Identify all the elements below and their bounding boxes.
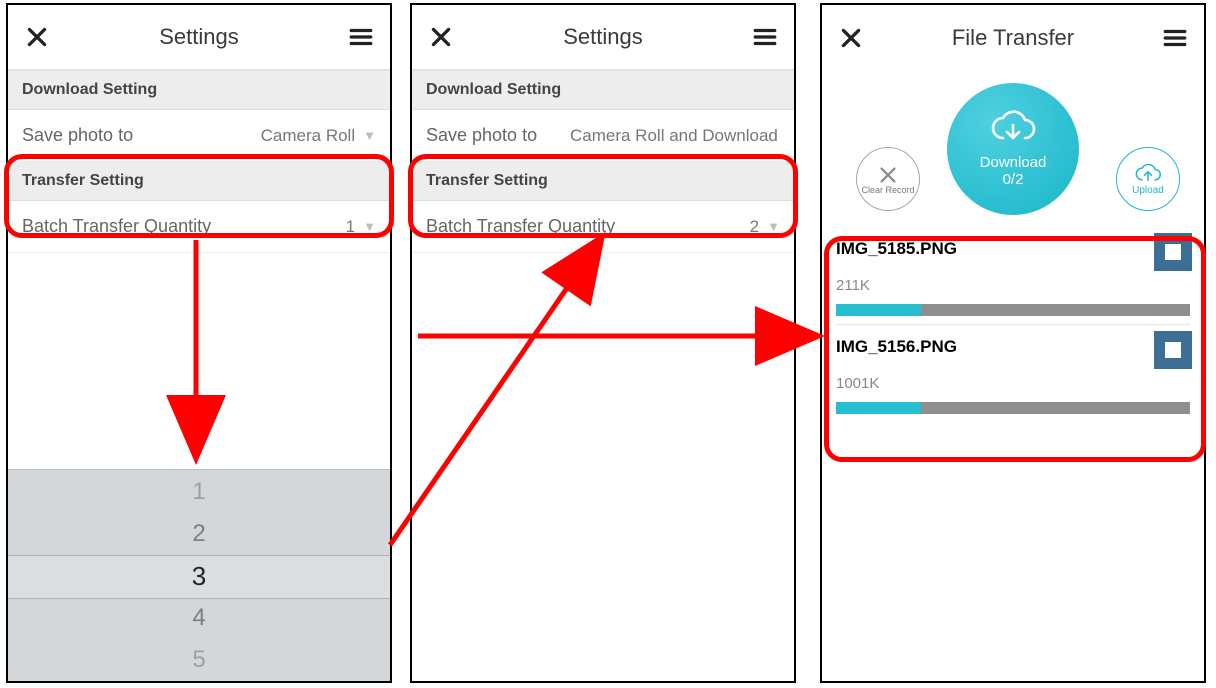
menu-icon[interactable] [1160,23,1190,53]
file-size: 1001K [836,375,1190,392]
progress-fill [836,402,921,414]
chevron-down-icon: ▼ [363,219,376,234]
menu-icon[interactable] [346,22,376,52]
transfer-section-header: Transfer Setting [412,162,794,201]
stop-icon [1165,244,1181,260]
batch-quantity-value: 1 [346,217,355,237]
chevron-down-icon: ▼ [767,219,780,234]
save-photo-value: Camera Roll and Download [570,126,778,146]
page-title: Settings [456,24,750,50]
batch-quantity-label: Batch Transfer Quantity [426,216,615,237]
settings-screen-2: Settings Download Setting Save photo to … [410,3,796,683]
progress-bar [836,304,1190,316]
save-photo-value: Camera Roll [261,126,355,146]
file-name: IMG_5185.PNG [836,239,1190,259]
file-transfer-screen: File Transfer Download 0/2 Clear Record [820,3,1206,683]
save-photo-row[interactable]: Save photo to Camera Roll ▼ [8,110,390,162]
header: File Transfer [822,5,1204,71]
transfer-item: IMG_5156.PNG 1001K [822,329,1204,418]
page-title: File Transfer [866,25,1160,51]
progress-bar [836,402,1190,414]
download-label: Download [980,154,1047,171]
transfer-item: IMG_5185.PNG 211K [822,231,1204,329]
upload-button[interactable]: Upload [1116,147,1180,211]
download-section-header: Download Setting [8,71,390,110]
stop-button[interactable] [1154,233,1192,271]
picker-option[interactable]: 5 [8,639,390,681]
upload-label: Upload [1132,185,1164,196]
save-photo-label: Save photo to [426,125,537,146]
clear-record-label: Clear Record [861,186,914,195]
close-icon[interactable] [426,22,456,52]
header: Settings [8,5,390,71]
batch-quantity-row[interactable]: Batch Transfer Quantity 2 ▼ [412,201,794,253]
settings-screen-1: Settings Download Setting Save photo to … [6,3,392,683]
menu-icon[interactable] [750,22,780,52]
close-icon[interactable] [836,23,866,53]
number-picker[interactable]: 1 2 3 4 5 [8,469,390,681]
transfer-list: IMG_5185.PNG 211K IMG_5156.PNG 1001K [822,231,1204,418]
file-size: 211K [836,277,1190,294]
picker-option[interactable]: 2 [8,513,390,555]
divider [836,324,1190,325]
download-progress: 0/2 [1003,171,1024,188]
clear-record-button[interactable]: Clear Record [856,147,920,211]
stop-icon [1165,342,1181,358]
picker-option-selected[interactable]: 3 [8,555,390,597]
progress-fill [836,304,921,316]
page-title: Settings [52,24,346,50]
file-name: IMG_5156.PNG [836,337,1190,357]
download-section-header: Download Setting [412,71,794,110]
transfer-section-header: Transfer Setting [8,162,390,201]
picker-option[interactable]: 1 [8,471,390,513]
stop-button[interactable] [1154,331,1192,369]
download-button[interactable]: Download 0/2 [947,83,1079,215]
picker-option[interactable]: 4 [8,597,390,639]
save-photo-row[interactable]: Save photo to Camera Roll and Download ▼ [412,110,794,162]
batch-quantity-label: Batch Transfer Quantity [22,216,211,237]
batch-quantity-row[interactable]: Batch Transfer Quantity 1 ▼ [8,201,390,253]
close-icon[interactable] [22,22,52,52]
cloud-download-icon [989,110,1037,150]
header: Settings [412,5,794,71]
chevron-down-icon: ▼ [363,128,376,143]
save-photo-label: Save photo to [22,125,133,146]
file-transfer-actions: Download 0/2 Clear Record Upload [822,71,1204,231]
batch-quantity-value: 2 [750,217,759,237]
